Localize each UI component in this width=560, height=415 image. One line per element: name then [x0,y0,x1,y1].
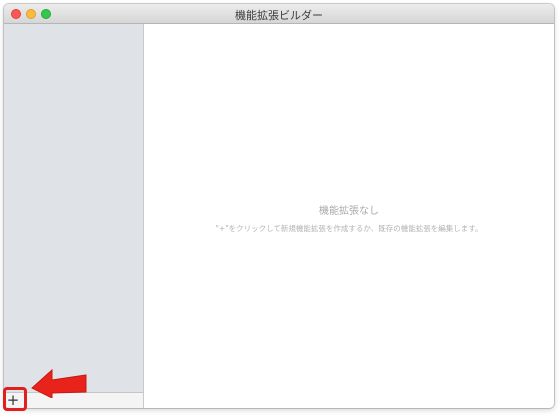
red-arrow-icon [31,368,87,398]
extension-builder-window: 機能拡張ビルダー + 機能拡張なし "+"をクリックして新規機能拡張を作成するか… [4,4,554,408]
extension-list-sidebar[interactable] [4,24,144,392]
empty-state-title: 機能拡張なし [319,206,379,217]
empty-state-description: "+"をクリックして新規機能拡張を作成するか、既存の機能拡張を編集します。 [215,224,483,233]
main-content-area: 機能拡張なし "+"をクリックして新規機能拡張を作成するか、既存の機能拡張を編集… [144,24,554,408]
window-title: 機能拡張ビルダー [235,9,323,22]
title-bar: 機能拡張ビルダー [4,4,554,24]
add-button-highlight [3,387,27,411]
